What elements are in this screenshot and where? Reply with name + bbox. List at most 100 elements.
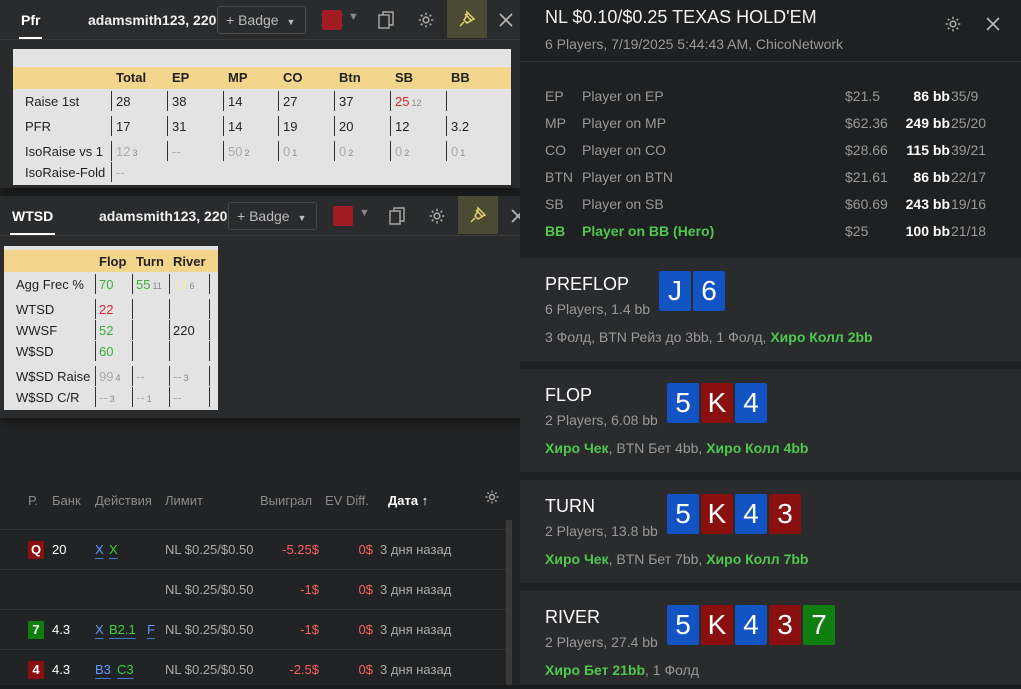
stat-cell[interactable]: 01 [283,144,297,159]
player-name[interactable]: Player on BB (Hero) [582,223,714,239]
gear-icon[interactable] [944,15,962,38]
pfr-col-bb: BB [451,70,470,85]
copy-icon[interactable] [383,202,411,230]
action-tag[interactable]: X [95,542,104,557]
wtsd-row-label: W$SD [16,344,54,359]
col-limit[interactable]: Лимит [165,493,203,508]
stat-cell[interactable]: 12 [395,119,409,134]
stat-cell[interactable]: 20 [339,119,353,134]
stat-cell[interactable]: 50 2 [228,144,249,159]
stat-cell[interactable]: -- 3 [99,390,115,405]
chevron-down-icon[interactable]: ▼ [359,207,370,219]
board-card: 3 [769,494,801,534]
stat-cell[interactable]: 38 [172,94,186,109]
gear-icon[interactable] [423,202,451,230]
stat-cell[interactable]: -- 3 [173,369,189,384]
wtsd-stats-popup: WTSD adamsmith123, 220 + Badge ▼ ▼ Flop … [0,196,538,418]
stat-sample-size: 12 [411,98,422,108]
player-vpip-pfr: 19/16 [951,196,987,212]
stat-cell[interactable]: 70 [99,277,113,292]
stat-cell[interactable]: -- [116,165,125,180]
stat-cell[interactable]: 60 [99,344,113,359]
player-name[interactable]: Player on BTN [582,169,673,185]
stat-cell[interactable]: 22 [99,302,113,317]
hand-row[interactable]: Q 20 X X NL $0.25/$0.50 -5.25$ 0$ 3 дня назад [0,529,506,569]
close-icon[interactable] [492,6,520,34]
action-tag[interactable]: B3 [95,662,111,677]
pfr-tab[interactable]: Pfr [18,12,43,39]
stat-cell[interactable]: 37 [339,94,353,109]
col-won[interactable]: Выиграл [260,493,312,508]
wtsd-badge-button[interactable]: + Badge ▼ [228,202,317,230]
player-name[interactable]: Player on SB [582,196,664,212]
board-card: K [701,494,733,534]
gear-icon[interactable] [412,6,440,34]
stat-cell[interactable]: 52 [99,323,113,338]
col-date[interactable]: Дата ↑ [388,493,428,508]
stat-cell[interactable]: 55 11 [136,277,162,292]
player-row[interactable]: CO Player on CO $28.66 115 bb 39/21 [545,142,1005,169]
stat-cell[interactable]: -- [172,144,181,159]
street-actions: Хиро Чек, BTN Бет 7bb, Хиро Колл 7bb [545,551,808,567]
stat-cell[interactable]: 3.2 [451,119,469,134]
pin-icon[interactable] [447,0,487,38]
action-tag[interactable]: B2.1 [109,622,136,637]
hand-row[interactable]: 7 4.3 X B2.1 F NL $0.25/$0.50 -1$ 0$ 3 дня назад [0,609,506,649]
stat-cell[interactable]: 12 3 [116,144,137,159]
action-tag[interactable]: X [109,542,118,557]
wtsd-col-flop: Flop [99,254,127,269]
stat-cell[interactable]: -- [173,390,182,405]
player-row[interactable]: BTN Player on BTN $21.61 86 bb 22/17 [545,169,1005,196]
col-actions[interactable]: Действия [95,493,152,508]
wtsd-popup-titlebar: WTSD adamsmith123, 220 + Badge ▼ ▼ [0,196,538,236]
wtsd-tab[interactable]: WTSD [9,208,56,235]
board-card: 5 [667,605,699,645]
cell-divider [95,274,96,294]
stat-cell[interactable]: -- [136,369,145,384]
stat-cell[interactable]: 19 [283,119,297,134]
action-tag[interactable]: C3 [117,662,134,677]
stat-cell[interactable]: 28 [116,94,130,109]
pin-icon[interactable] [458,196,498,234]
won-value: -5.25$ [282,542,319,557]
stat-cell[interactable]: 14 [228,119,242,134]
stat-cell[interactable]: 31 [172,119,186,134]
hand-list-scrollbar[interactable] [506,520,512,685]
stat-cell[interactable]: 14 [228,94,242,109]
player-row[interactable]: BB Player on BB (Hero) $25 100 bb 21/18 [545,223,1005,250]
stat-sample-size: 1 [146,394,152,404]
pot-value: 20 [52,542,67,557]
action-tag[interactable]: F [147,622,155,637]
player-name[interactable]: Player on MP [582,115,666,131]
stat-cell[interactable]: 02 [395,144,409,159]
col-card[interactable]: Р. [28,493,38,508]
wtsd-color-swatch[interactable] [333,206,353,226]
stat-cell[interactable]: 99 4 [99,369,120,384]
list-settings-icon[interactable] [484,489,500,508]
stat-cell[interactable]: 27 [283,94,297,109]
player-name[interactable]: Player on CO [582,142,666,158]
pfr-color-swatch[interactable] [322,10,342,30]
stat-cell[interactable]: 01 [451,144,465,159]
col-ev-diff[interactable]: EV Diff. [325,493,369,508]
stat-cell[interactable]: -- 1 [136,390,152,405]
stat-cell[interactable]: 220 [173,323,195,338]
col-pot[interactable]: Банк [52,493,81,508]
stat-cell[interactable]: 14 6 [173,277,194,292]
hand-row[interactable]: NL $0.25/$0.50 -1$ 0$ 3 дня назад [0,569,506,609]
hand-row[interactable]: 4 4.3 B3 C3 NL $0.25/$0.50 -2.5$ 0$ 3 дня назад [0,649,506,689]
stat-cell[interactable]: 17 [116,119,130,134]
stat-cell[interactable]: 25 12 [395,94,421,109]
close-icon[interactable] [985,16,1001,37]
chevron-down-icon[interactable]: ▼ [348,11,359,23]
stat-cell[interactable]: 02 [339,144,353,159]
cell-divider [334,116,335,136]
player-row[interactable]: MP Player on MP $62.36 249 bb 25/20 [545,115,1005,142]
player-row[interactable]: SB Player on SB $60.69 243 bb 19/16 [545,196,1005,223]
pfr-badge-button[interactable]: + Badge ▼ [217,6,306,34]
player-name[interactable]: Player on EP [582,88,664,104]
copy-icon[interactable] [372,6,400,34]
player-stack-bb: 100 bb [905,223,950,239]
player-row[interactable]: EP Player on EP $21.5 86 bb 35/9 [545,88,1005,115]
action-tag[interactable]: X [95,622,104,637]
